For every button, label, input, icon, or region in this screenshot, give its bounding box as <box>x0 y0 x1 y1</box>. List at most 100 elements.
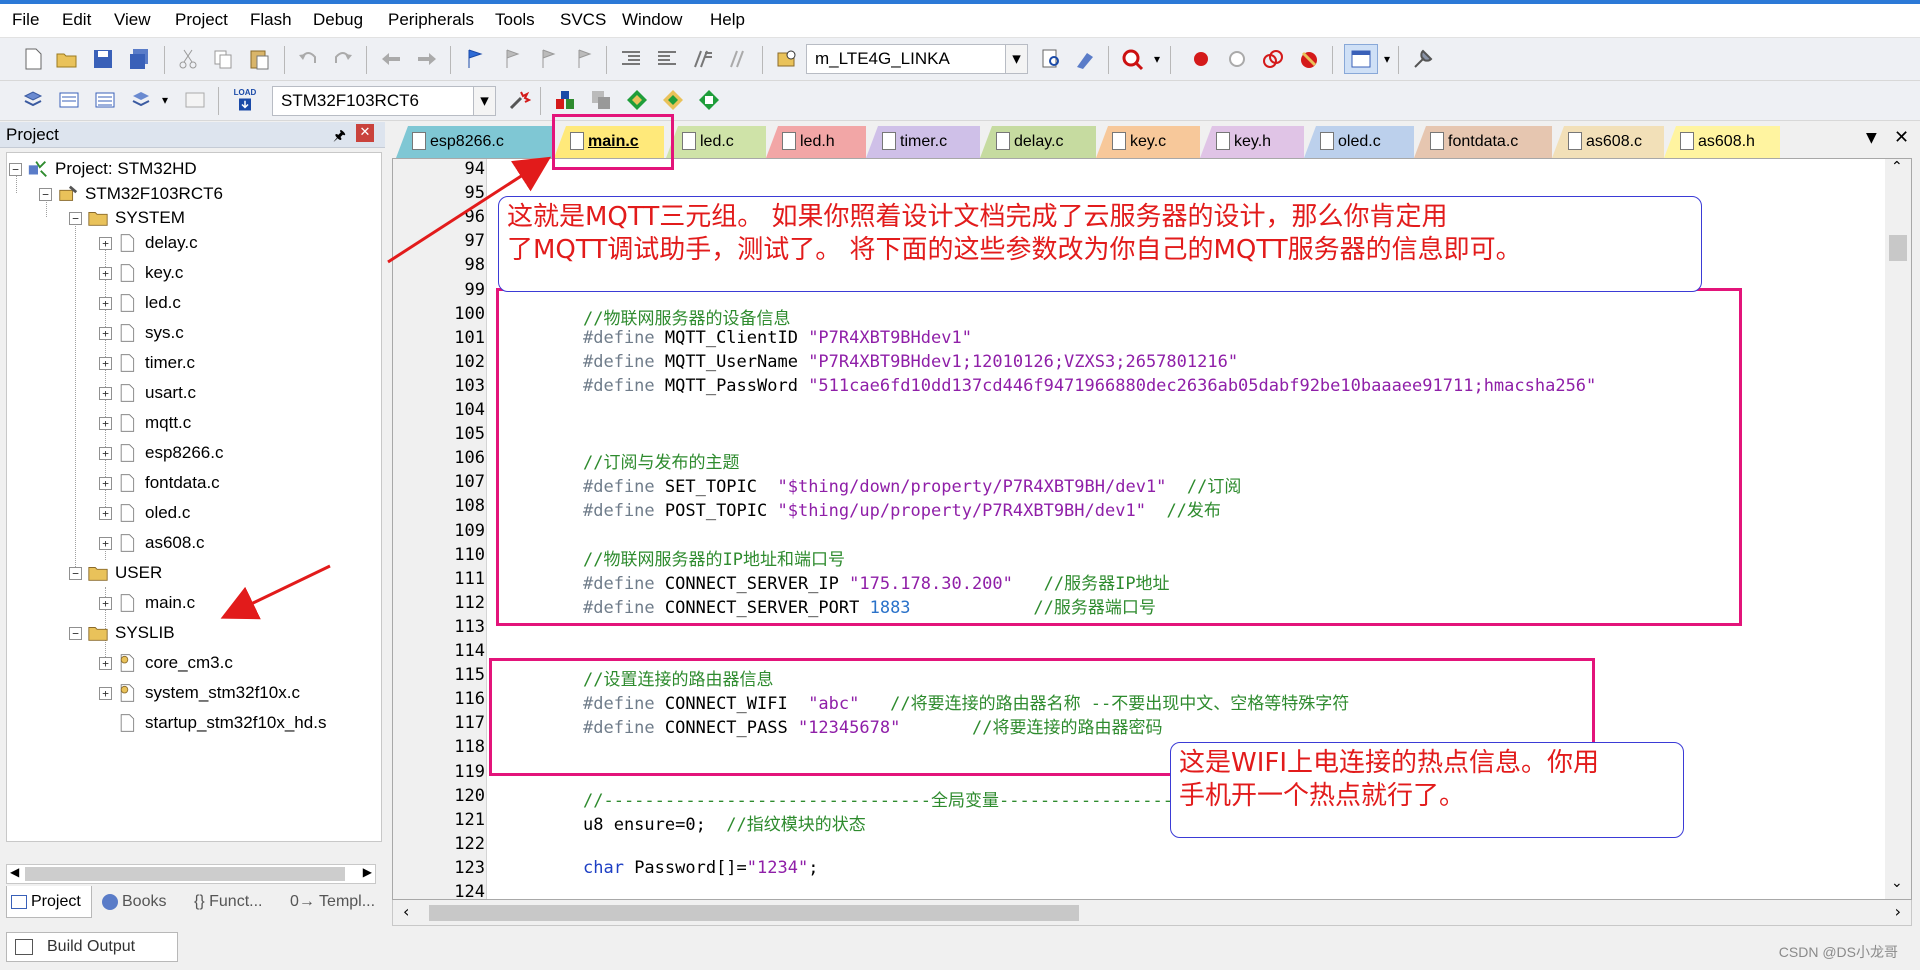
undo-icon[interactable] <box>295 46 321 72</box>
save-all-icon[interactable] <box>126 46 152 72</box>
expand-icon[interactable]: + <box>99 686 112 700</box>
editor-tab[interactable]: delay.c <box>980 126 1096 158</box>
editor-horizontal-scrollbar[interactable]: ‹ › <box>392 900 1912 926</box>
tree-file[interactable]: + core_cm3.c <box>99 650 233 676</box>
collapse-icon[interactable]: − <box>9 162 22 176</box>
build-output-tab[interactable]: Build Output <box>6 932 178 962</box>
device-select[interactable]: STM32F103RCT6 ▾ <box>272 86 496 116</box>
kill-breakpoints-icon[interactable] <box>1296 46 1322 72</box>
batch-build-icon[interactable] <box>128 87 154 113</box>
tree-group-syslib[interactable]: − SYSLIB <box>69 620 175 646</box>
expand-icon[interactable]: + <box>99 386 112 400</box>
tab-functions[interactable]: {} Funct... <box>194 886 284 918</box>
manage-project-icon[interactable] <box>552 87 578 113</box>
clear-bookmarks-icon[interactable] <box>570 46 596 72</box>
rebuild-icon[interactable] <box>92 87 118 113</box>
tab-templates[interactable]: 0→ Templ... <box>290 886 382 918</box>
tree-file[interactable]: + mqtt.c <box>99 410 191 436</box>
save-icon[interactable] <box>90 46 116 72</box>
expand-icon[interactable]: + <box>99 506 112 520</box>
chevron-down-icon[interactable]: ▾ <box>158 87 172 113</box>
collapse-icon[interactable]: − <box>69 626 82 640</box>
nav-forward-icon[interactable] <box>414 46 440 72</box>
expand-icon[interactable]: + <box>99 596 112 610</box>
pack-installer-icon[interactable] <box>660 87 686 113</box>
tree-file[interactable]: + esp8266.c <box>99 440 223 466</box>
close-tab-icon[interactable]: ✕ <box>1894 127 1909 148</box>
scroll-down-icon[interactable]: ⌄ <box>1891 875 1903 891</box>
pin-icon[interactable]: 🖈 <box>333 125 346 149</box>
new-file-icon[interactable] <box>20 46 46 72</box>
chevron-down-icon[interactable]: ▾ <box>1380 46 1394 72</box>
tree-root[interactable]: − Project: STM32HD <box>9 156 197 182</box>
close-icon[interactable]: ✕ <box>356 124 374 142</box>
scroll-thumb[interactable] <box>1889 235 1907 261</box>
paste-icon[interactable] <box>246 46 272 72</box>
menu-flash[interactable]: Flash <box>250 10 292 30</box>
target-select[interactable]: m_LTE4G_LINKA ▾ <box>806 44 1028 74</box>
tab-list-dropdown-icon[interactable]: ▼ <box>1866 130 1877 146</box>
tree-file[interactable]: + delay.c <box>99 230 198 256</box>
menu-view[interactable]: View <box>114 10 151 30</box>
menu-project[interactable]: Project <box>175 10 228 30</box>
editor-tab[interactable]: timer.c <box>866 126 980 158</box>
manage-run-time-icon[interactable] <box>696 87 722 113</box>
window-layout-icon[interactable] <box>1344 44 1378 74</box>
code-line[interactable]: u8 ensure=0; //指纹模块的状态 <box>583 810 866 835</box>
enable-breakpoint-icon[interactable] <box>1224 46 1250 72</box>
editor-tab[interactable]: oled.c <box>1304 126 1414 158</box>
tree-file[interactable]: + system_stm32f10x.c <box>99 680 300 706</box>
chevron-down-icon[interactable]: ▾ <box>1150 46 1164 72</box>
menu-tools[interactable]: Tools <box>495 10 535 30</box>
nav-back-icon[interactable] <box>378 46 404 72</box>
code-line[interactable]: char Password[]="1234"; <box>583 858 818 878</box>
disable-breakpoints-icon[interactable] <box>1260 46 1286 72</box>
menu-file[interactable]: File <box>12 10 39 30</box>
menu-window[interactable]: Window <box>622 10 682 30</box>
scroll-thumb[interactable] <box>25 867 345 881</box>
find-in-files-icon[interactable] <box>774 46 800 72</box>
open-file-icon[interactable] <box>54 46 80 72</box>
cut-icon[interactable] <box>175 46 201 72</box>
tree-group-user[interactable]: − USER <box>69 560 162 586</box>
editor-tab[interactable]: led.c <box>666 126 766 158</box>
expand-icon[interactable]: + <box>99 536 112 550</box>
expand-icon[interactable]: + <box>99 446 112 460</box>
menu-debug[interactable]: Debug <box>313 10 363 30</box>
expand-icon[interactable]: + <box>99 266 112 280</box>
editor-tab[interactable]: as608.c <box>1552 126 1664 158</box>
editor-vertical-scrollbar[interactable]: ⌃ ⌄ <box>1885 159 1911 899</box>
stop-build-icon[interactable] <box>182 87 208 113</box>
find-icon[interactable] <box>1038 46 1064 72</box>
menu-peripherals[interactable]: Peripherals <box>388 10 474 30</box>
options-for-target-icon[interactable] <box>506 87 532 113</box>
scroll-right-icon[interactable]: ▶ <box>363 865 372 879</box>
start-debug-icon[interactable] <box>1120 46 1146 72</box>
expand-icon[interactable]: + <box>99 476 112 490</box>
tree-file[interactable]: startup_stm32f10x_hd.s <box>117 710 326 736</box>
comment-icon[interactable] <box>690 46 716 72</box>
scroll-thumb[interactable] <box>429 905 1079 921</box>
expand-icon[interactable]: + <box>99 356 112 370</box>
tree-file[interactable]: + timer.c <box>99 350 195 376</box>
tree-group-system[interactable]: − SYSTEM <box>69 205 185 231</box>
editor-tab[interactable]: as608.h <box>1664 126 1780 158</box>
editor-tab[interactable]: led.h <box>766 126 866 158</box>
menu-edit[interactable]: Edit <box>62 10 91 30</box>
next-bookmark-icon[interactable] <box>534 46 560 72</box>
configure-icon[interactable] <box>1410 46 1436 72</box>
tree-file[interactable]: + as608.c <box>99 530 205 556</box>
collapse-icon[interactable]: − <box>69 211 82 225</box>
unindent-icon[interactable] <box>654 46 680 72</box>
scroll-up-icon[interactable]: ⌃ <box>1891 159 1903 175</box>
menu-svcs[interactable]: SVCS <box>560 10 606 30</box>
copy-icon[interactable] <box>210 46 236 72</box>
tab-books[interactable]: Books <box>98 886 184 918</box>
select-packs-icon[interactable] <box>624 87 650 113</box>
bookmark-icon[interactable] <box>462 46 488 72</box>
scroll-left-icon[interactable]: ◀ <box>10 865 19 879</box>
redo-icon[interactable] <box>330 46 356 72</box>
translate-icon[interactable] <box>20 87 46 113</box>
tree-file[interactable]: + main.c <box>99 590 195 616</box>
scroll-left-icon[interactable]: ‹ <box>403 902 409 921</box>
